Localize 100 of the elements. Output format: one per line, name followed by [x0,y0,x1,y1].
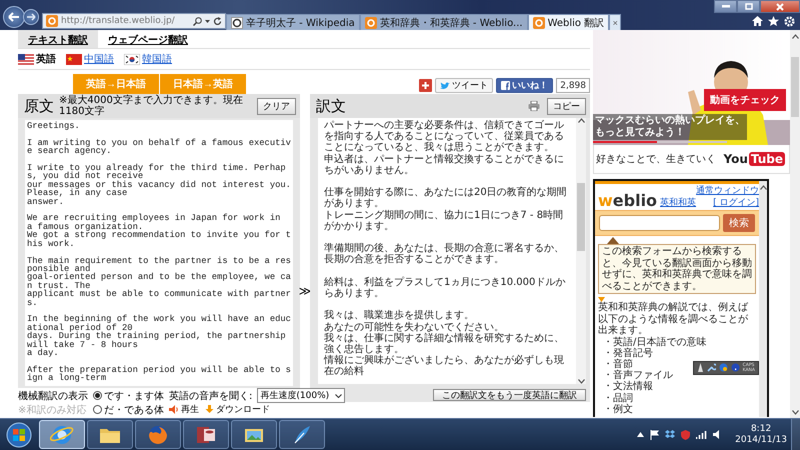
search-icon[interactable] [193,16,202,26]
browser-tab[interactable]: 英和辞典・和英辞典 - Weblio... [360,14,528,30]
flag-icon[interactable] [650,430,660,440]
search-button[interactable]: 検索 [723,214,755,232]
refresh-icon[interactable] [213,16,222,26]
speed-select[interactable]: 再生速度(100%) [257,388,346,403]
like-count: 2,898 [556,78,590,93]
retranslate-button[interactable]: この翻訳文をもう一度英語に翻訳 [433,389,586,401]
download-icon [205,405,214,414]
radio-button[interactable] [93,391,102,400]
translate-arrow[interactable]: ≫ [298,284,312,298]
close-button[interactable] [760,0,800,13]
download-button[interactable]: ダウンロード [205,403,270,416]
option-label: 機械翻訳の表示 [18,390,88,402]
ad-message: マックスむらいの熱いプレイを、 もっと見てみよう！ [593,114,747,140]
printer-icon[interactable] [528,101,540,111]
signal-icon[interactable] [696,430,708,439]
scrollbar-thumb[interactable] [791,57,799,117]
play-button[interactable]: 再生 [169,403,199,416]
radio-button[interactable] [93,405,102,414]
caret-icon [335,394,342,398]
forward-arrow-icon [26,13,36,21]
clear-button[interactable]: クリア [257,98,296,114]
shield-icon[interactable] [681,430,690,440]
maximize-button[interactable] [737,0,760,13]
taskbar-app[interactable] [183,420,229,449]
youtube-logo: You Tube [723,152,785,166]
info-item: ・例文 [602,404,633,415]
search-field[interactable] [599,215,720,231]
maximize-icon [744,3,752,10]
google-plus-icon[interactable] [419,79,432,92]
info-item: ・英語/日本語での意味 [602,336,706,348]
caret-icon[interactable] [205,20,210,22]
volume-icon[interactable] [713,430,722,439]
flag-icon [124,54,140,64]
tab-close-button[interactable]: × [609,14,622,30]
language-link[interactable]: 英語 [18,52,56,66]
taskbar-app[interactable] [87,420,133,449]
down-triangle-icon [598,297,605,302]
browser-tab[interactable]: Weblio 翻訳 [528,14,610,30]
watch-video-button[interactable]: 動画をチェック [704,89,786,111]
dictionary-link[interactable]: 英和和英 [660,196,696,209]
flag-icon [18,54,34,64]
chevron-up-icon [792,34,798,39]
info-item: ・音節 [602,358,633,370]
ad-tagline: 好きなことで、生きていく [596,152,716,166]
like-button[interactable]: いいね！ [496,78,554,93]
audio-label: 英語の音声を聞く: [169,390,252,402]
minimize-icon [722,5,730,8]
globe-icon[interactable] [718,363,728,372]
chevron-down-icon [792,410,798,415]
chevron-up-icon [578,118,584,123]
clock[interactable]: 8:12 2014/11/13 [735,424,787,446]
show-desktop-button[interactable] [791,418,800,450]
tip-text: この検索フォームから検索すると、今見ている翻訳画面から移動せずに、英和和英辞典で意味を調べることができます。 [598,244,756,294]
star-icon[interactable] [768,16,779,26]
translation-text: パートナーへの主要な必要条件は、信頼できてゴールを指向する人であることになっていて、従業員であることになっていると、我々は思うことができます。 申込者は、パートナーと情報交換することができるにちがいありません。 仕事を開始する際に、あなたには20日の教育的な期間があります。 トレーニング期間の間に、協力に1日につき7 - 8時間がかかります。 準備期間の後、あなたは、長期の合意に署名するか、長期の合意を拒否することができます。 給料は、利益をプラスして1ヵ月につき10.000ドルからあります。 我々は、職業進歩を提供します。 あなたの可能性を失わないでください。 我々は、仕事に関する詳細な情報を研究するために、強く忠告します。 情報にご興味がございましたら、あなたが必ずしも現在の給料 [322,118,568,380]
panel-title: 原文 [24,96,54,116]
speaker-icon [169,405,179,414]
bird-icon [440,82,450,90]
settings-icon[interactable] [784,16,795,27]
language-link[interactable]: 韓国語 [124,52,172,66]
wiki-favicon-icon [231,16,243,28]
show-hidden-icon[interactable] [637,432,644,437]
pen-icon[interactable] [696,363,704,372]
panel-title: 訳文 [316,96,346,116]
taskbar-app[interactable] [135,420,181,449]
mode-tab[interactable]: ウェブページ翻訳 [98,30,198,48]
chevron-down-icon [578,379,584,384]
scrollbar[interactable] [576,118,586,384]
back-arrow-icon [8,12,20,22]
browser-tab[interactable]: 辛子明太子 - Wikipedia [226,14,360,30]
weblio-favicon-icon [532,16,545,28]
forward-button[interactable] [23,9,39,25]
mode-tab[interactable]: テキスト翻訳 [18,30,98,48]
source-text-field[interactable]: Greetings. I am writing to you on behalf of a famous executive search agency. I write to you already for the third time. Perhaps, you did not receive our messages or this vacancy did not interest you. Please, in any case answer. We are recruiting employees in Japan for work in a famous organization. We got a strong recommendation to invite you for this work. The main requirement to the partner is to be a responsible and goal-oriented person and to be the employee, we can trust. The applicant must be able to communicate with partners. In the beginning of the work you will have an educational period of 20 days. During the training period, the partnership will take 7 - 8 hours a day. After the preparation period you will be able to sign a long-term [25,120,293,386]
help-icon[interactable] [730,363,740,372]
address-field[interactable]: http://translate.weblio.jp/ [42,13,226,29]
option-note: ※和訳のみ対応 [18,404,88,416]
window-link[interactable]: 通常ウィンドウ [696,186,759,197]
clock-date: 2014/11/13 [735,434,787,446]
taskbar-app[interactable] [231,420,277,449]
radio-label: です・ます体 [104,390,164,402]
language-link[interactable]: 中国語 [66,52,114,66]
copy-button[interactable]: コピー [547,98,586,114]
triangle-icon [607,237,619,244]
widget-scrollbar[interactable] [759,181,767,417]
intro-text: 英和和英辞典の解説では、例えば以下のような情報を調べることが出来ます。 [597,302,750,336]
minimize-button[interactable] [714,0,737,13]
scrollbar-thumb[interactable] [577,183,585,251]
info-item: ・品詞 [602,392,633,404]
info-item: ・発音記号 [602,348,653,359]
wrench-icon[interactable] [706,363,716,372]
windows-logo-icon [6,422,32,448]
back-button[interactable] [3,6,25,28]
login-link[interactable]: [ ログイン] [713,198,759,209]
tweet-button[interactable]: ツイート [435,78,494,93]
home-icon[interactable] [752,16,763,26]
url-text: http://translate.weblio.jp/ [61,16,176,26]
dropbox-icon[interactable] [665,430,676,439]
